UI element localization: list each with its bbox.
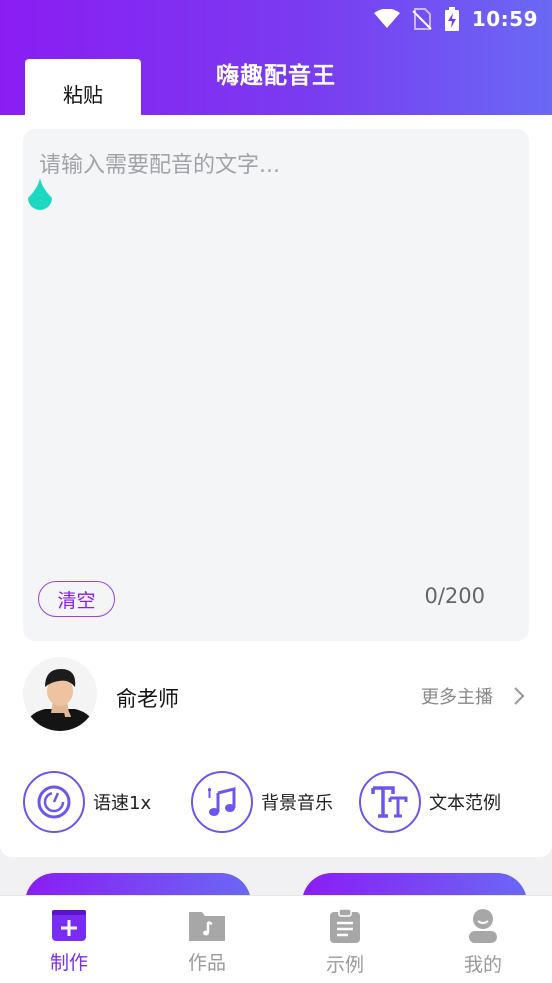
speed-label: 语速1x (93, 793, 152, 814)
text-input-placeholder: 请输入需要配音的文字... (39, 153, 280, 178)
bgm-option[interactable]: 背景音乐 (191, 771, 333, 833)
wifi-icon (373, 9, 400, 28)
anchor-selector[interactable]: 俞老师 更多主播 (23, 657, 533, 737)
options-row: 语速1x 背景音乐 文本范例 (23, 771, 533, 835)
bottom-navigation: 制作 作品 示例 我的 (0, 895, 552, 983)
paste-tab[interactable]: 粘贴 (25, 59, 141, 127)
text-tt-icon (359, 771, 421, 833)
clear-button[interactable]: 清空 (38, 581, 115, 617)
user-icon (469, 909, 497, 943)
more-anchors-label: 更多主播 (421, 687, 493, 708)
nav-works[interactable]: 作品 (167, 908, 247, 975)
nav-works-label: 作品 (187, 952, 226, 974)
status-time: 10:59 (471, 7, 538, 31)
text-sample-label: 文本范例 (429, 793, 501, 814)
avatar (23, 657, 97, 731)
nav-examples[interactable]: 示例 (305, 908, 385, 977)
create-icon (52, 910, 86, 941)
battery-charging-icon (444, 7, 459, 31)
music-note-icon (191, 771, 253, 833)
folder-icon (189, 912, 225, 941)
anchor-name: 俞老师 (116, 687, 179, 711)
nav-examples-label: 示例 (325, 954, 364, 976)
nav-mine-label: 我的 (463, 954, 502, 976)
more-anchors-link[interactable]: 更多主播 (421, 683, 525, 709)
speed-gauge-icon (23, 771, 85, 833)
nav-mine[interactable]: 我的 (443, 908, 523, 977)
char-counter: 0/200 (424, 584, 485, 608)
nav-create-label: 制作 (49, 952, 88, 974)
speed-option[interactable]: 语速1x (23, 771, 151, 833)
status-bar: 10:59 (0, 0, 552, 38)
nav-create[interactable]: 制作 (29, 908, 109, 975)
text-sample-option[interactable]: 文本范例 (359, 771, 501, 833)
chevron-right-icon (514, 687, 525, 705)
bgm-label: 背景音乐 (261, 793, 333, 814)
text-input-area[interactable]: 请输入需要配音的文字... 清空 0/200 (23, 129, 529, 641)
no-sim-icon (412, 8, 432, 30)
main-card: 请输入需要配音的文字... 清空 0/200 俞老师 更多主播 语速1x 背景音… (0, 115, 552, 857)
clipboard-icon (330, 908, 360, 943)
cursor-handle-icon[interactable] (25, 176, 55, 216)
